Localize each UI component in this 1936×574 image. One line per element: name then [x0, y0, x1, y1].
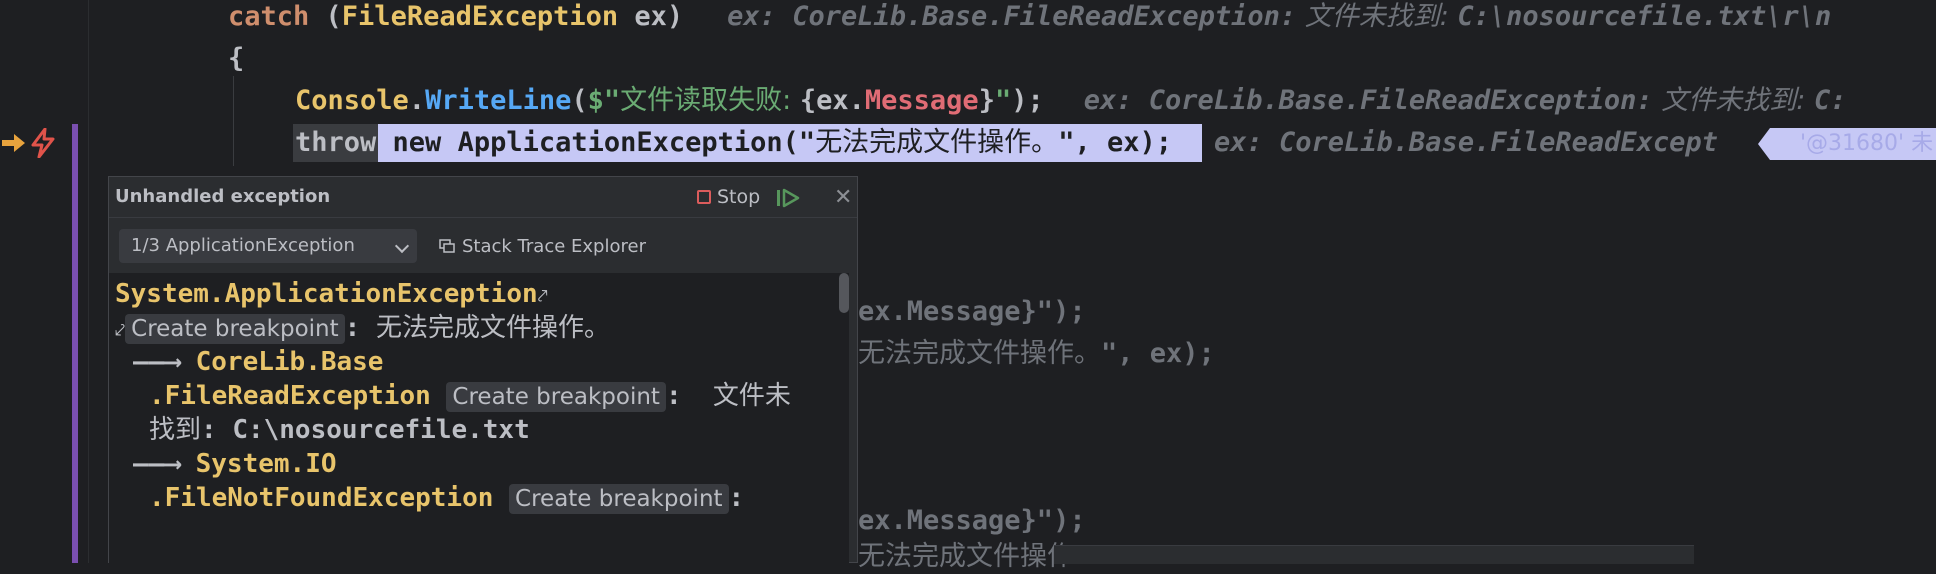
- scrollbar[interactable]: [839, 273, 849, 313]
- code-line-bg: ex.Message}");: [858, 296, 1086, 327]
- trace-line: .FileNotFoundException Create breakpoint…: [149, 483, 745, 514]
- chevron-down-icon: [394, 238, 410, 254]
- code-line-throw[interactable]: throw new ApplicationException("无法完成文件操作…: [295, 126, 1718, 160]
- stop-button[interactable]: Stop: [697, 185, 760, 209]
- keyword-throw: throw: [295, 127, 377, 158]
- exception-type-link[interactable]: .FileReadException: [149, 381, 431, 411]
- stop-icon: [697, 190, 711, 204]
- code-line-catch[interactable]: catch (FileReadException ex) ex: CoreLib.…: [228, 0, 1831, 34]
- close-icon[interactable]: ✕: [834, 185, 852, 210]
- inline-value-hint: ex: CoreLib.Base.FileReadException:: [727, 1, 1297, 32]
- unhandled-exception-popup: Unhandled exception Stop ✕ 1/3 Applicati…: [108, 176, 858, 563]
- exception-trace: System.ApplicationException⤤ ⤦ Create bre…: [109, 273, 849, 563]
- create-breakpoint-button[interactable]: Create breakpoint: [509, 484, 729, 514]
- trace-line: 找到: C:\nosourcefile.txt: [149, 415, 530, 445]
- namespace-link[interactable]: CoreLib.Base: [196, 347, 384, 377]
- stack-trace-icon: [439, 239, 455, 253]
- link-icon: ⤤: [537, 286, 548, 307]
- code-line-bg: 无法完成文件操作。", ex);: [858, 338, 1215, 369]
- resume-icon[interactable]: [775, 187, 801, 209]
- inline-value-hint: ex: CoreLib.Base.FileReadExcept: [1213, 127, 1718, 158]
- code-line-bg: 无法完成文件操作: [858, 541, 1074, 572]
- trace-line: ——⟶ CoreLib.Base: [133, 345, 383, 379]
- keyword-catch: catch: [228, 1, 310, 32]
- execution-scope-bar: [72, 124, 78, 563]
- stack-trace-explorer-label: Stack Trace Explorer: [462, 235, 646, 257]
- arrow-icon: ——⟶: [133, 347, 180, 377]
- type-name: FileReadException: [341, 1, 619, 32]
- trace-line: .FileReadException Create breakpoint: 文件…: [149, 381, 791, 412]
- namespace-link[interactable]: System.IO: [196, 449, 337, 479]
- code-line-writeline[interactable]: Console.WriteLine($"文件读取失败: {ex.Message}…: [295, 84, 1846, 118]
- gutter: [0, 0, 72, 563]
- trace-line: ⤦ Create breakpoint: 无法完成文件操作。: [115, 313, 610, 344]
- code-line-brace[interactable]: {: [228, 42, 244, 76]
- hover-tooltip-edge: [1054, 545, 1694, 564]
- exception-selector-value: 1/3 ApplicationException: [131, 235, 355, 256]
- exception-type-link[interactable]: .FileNotFoundException: [149, 483, 493, 513]
- popup-header: Unhandled exception Stop ✕: [109, 177, 857, 218]
- create-breakpoint-button[interactable]: Create breakpoint: [446, 382, 666, 412]
- inline-value-hint: ex: CoreLib.Base.FileReadException:: [1083, 85, 1653, 116]
- code-line-bg: ex.Message}");: [858, 505, 1086, 536]
- trace-line: ——⟶ System.IO: [133, 447, 337, 481]
- arrow-icon: ——⟶: [133, 449, 180, 479]
- execution-point-arrow-icon: [2, 134, 25, 152]
- indent-guide: [233, 76, 234, 166]
- link-icon: ⤦: [115, 320, 126, 341]
- exception-selector[interactable]: 1/3 ApplicationException: [119, 229, 417, 263]
- stop-label: Stop: [717, 186, 761, 208]
- trace-line: System.ApplicationException⤤: [115, 277, 548, 311]
- exception-type-link[interactable]: System.ApplicationException: [115, 279, 538, 309]
- stack-trace-explorer-button[interactable]: Stack Trace Explorer: [439, 231, 646, 261]
- create-breakpoint-button[interactable]: Create breakpoint: [125, 314, 345, 344]
- popup-title: Unhandled exception: [115, 186, 331, 207]
- exception-breakpoint-icon[interactable]: [30, 128, 56, 158]
- object-id-badge[interactable]: '@31680' 未: [1758, 128, 1936, 160]
- gutter-divider: [88, 0, 89, 563]
